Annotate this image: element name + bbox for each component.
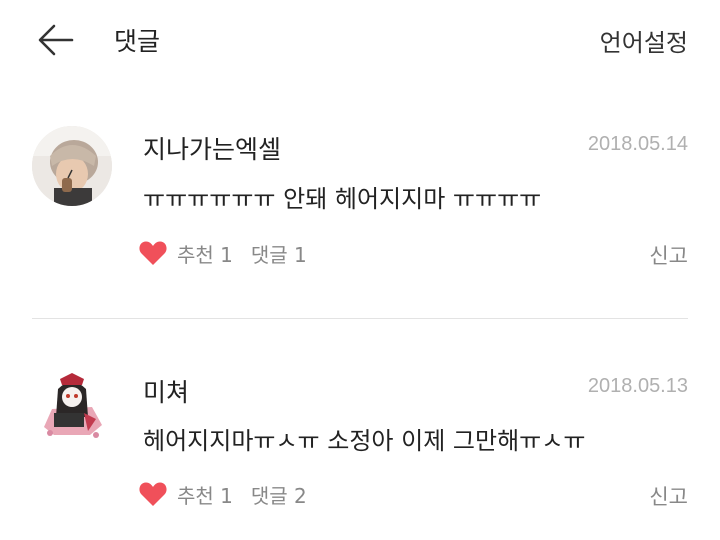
heart-icon[interactable] xyxy=(138,480,168,508)
reply-count[interactable]: 댓글 1 xyxy=(251,239,307,268)
like-count[interactable]: 추천 1 xyxy=(177,480,233,509)
report-button[interactable]: 신고 xyxy=(649,481,688,511)
divider xyxy=(32,318,688,319)
avatar[interactable] xyxy=(32,369,112,449)
comment-username[interactable]: 미쳐 xyxy=(143,373,189,409)
comment-actions: 추천 1 댓글 1 xyxy=(138,238,307,268)
comment-item: 미쳐 2018.05.13 헤어지지마ㅠㅅㅠ 소정아 이제 그만해ㅠㅅㅠ 추천 … xyxy=(0,0,720,509)
report-button[interactable]: 신고 xyxy=(649,240,688,270)
comment-actions: 추천 1 댓글 2 xyxy=(138,479,307,509)
reply-count[interactable]: 댓글 2 xyxy=(251,480,307,509)
comment-date: 2018.05.13 xyxy=(587,375,688,397)
comment-text: 헤어지지마ㅠㅅㅠ 소정아 이제 그만해ㅠㅅㅠ xyxy=(143,427,586,455)
like-count[interactable]: 추천 1 xyxy=(177,239,233,268)
heart-icon[interactable] xyxy=(138,239,168,267)
